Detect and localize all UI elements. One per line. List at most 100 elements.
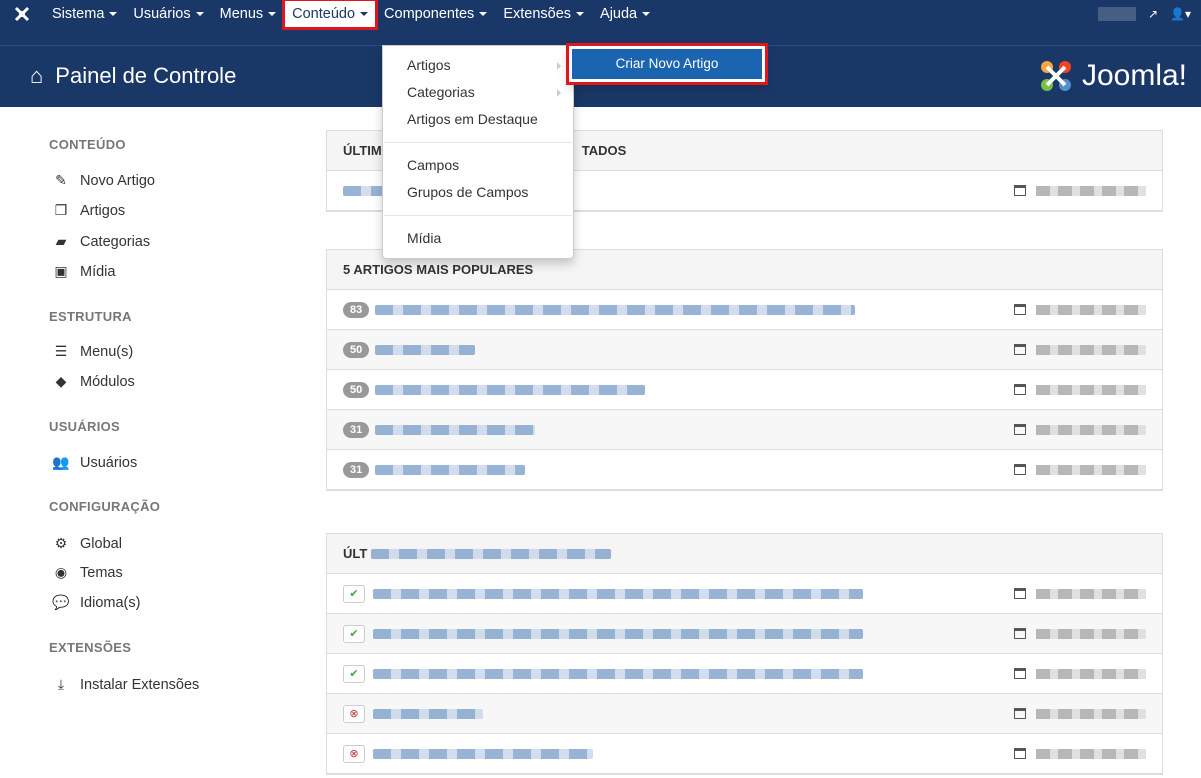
home-icon: ⌂ [30,63,44,88]
unpublished-icon[interactable]: ⊗ [343,744,365,763]
calendar-icon [1014,748,1026,759]
cube-icon: ◆ [55,373,67,389]
check-icon[interactable]: ✔ [343,584,365,603]
calendar-icon [1014,464,1026,475]
sidebar-item-categorias[interactable]: ▰ Categorias [50,233,151,250]
row-date [1014,185,1146,196]
copy-icon: ❐ [54,202,68,218]
section-conteudo: CONTEÚDO [49,137,126,152]
table-row[interactable]: 50 [327,330,1162,370]
users-icon: 👥 [52,454,70,470]
joomla-icon[interactable] [0,0,44,28]
hits-badge: 50 [343,341,370,358]
joomla-logo: Joomla! [1038,58,1187,94]
chevron-down-icon [576,12,585,17]
chevron-right-icon [557,89,561,97]
table-row[interactable]: 83 [327,290,1162,330]
menu-menus[interactable]: Menus [212,0,285,28]
check-icon[interactable]: ✔ [343,624,365,643]
eye-icon: ◉ [54,564,68,580]
calendar-icon [1014,424,1026,435]
sidebar: CONTEÚDO ✎ Novo Artigo ❐ Artigos ▰ Categori… [0,107,312,778]
menu-componentes[interactable]: Componentes [376,0,495,28]
hits-badge: 31 [343,421,370,438]
sidebar-item-novo-artigo[interactable]: ✎ Novo Artigo [50,172,155,189]
chevron-down-icon [109,12,118,17]
sidebar-item-temas[interactable]: ◉ Temas [50,564,123,581]
panel-title: ÚLT [327,534,1162,574]
table-row[interactable]: 31 [327,450,1162,490]
sidebar-item-global[interactable]: ⚙ Global [50,535,122,552]
dropdown-item-midia[interactable]: Mídia [383,225,573,252]
table-row[interactable]: ✔ [327,574,1162,614]
external-link-icon[interactable]: ↗ [1148,7,1158,21]
calendar-icon [1014,628,1026,639]
panel-ultimos-artigos: ÚLT ✔ ✔ ✔ ⊗ ⊗ [326,533,1163,775]
page-title: ⌂ Painel de Controle [30,63,237,88]
menu-ajuda[interactable]: Ajuda [592,0,658,28]
panel-artigos-populares: 5 ARTIGOS MAIS POPULARES 83 50 50 31 31 [326,249,1163,491]
calendar-icon [1014,185,1026,196]
joomla-logo-icon [1040,61,1071,91]
gear-icon: ⚙ [54,535,68,551]
list-icon: ☰ [54,343,68,359]
dropdown-item-artigos[interactable]: Artigos [383,52,573,79]
section-extensoes: EXTENSÕES [49,640,132,655]
site-name-redacted [1097,7,1136,21]
topbar-right: ↗ 👤▾ [1097,0,1201,28]
check-icon[interactable]: ✔ [343,664,365,683]
calendar-icon [1014,384,1026,395]
menu-usuarios[interactable]: Usuários [125,0,211,28]
calendar-icon [1014,344,1026,355]
chevron-down-icon [479,12,488,17]
table-row[interactable]: ✔ [327,614,1162,654]
main-menu: Sistema Usuários Menus Conteúdo Componen… [0,0,658,45]
sidebar-item-usuarios[interactable]: 👥 Usuários [50,454,137,471]
sidebar-item-instalar-extensoes[interactable]: ⤓ Instalar Extensões [50,676,199,693]
table-row[interactable]: ✔ [327,654,1162,694]
dropdown-item-campos[interactable]: Campos [383,152,573,179]
table-row[interactable]: 50 [327,370,1162,410]
menu-extensoes[interactable]: Extensões [495,0,592,28]
hits-badge: 50 [343,381,370,398]
hits-badge: 83 [343,301,370,318]
calendar-icon [1014,668,1026,679]
image-icon: ▣ [54,263,68,279]
dropdown-item-categorias[interactable]: Categorias [383,79,573,106]
user-icon[interactable]: 👤▾ [1170,7,1191,21]
sidebar-item-midia[interactable]: ▣ Mídia [50,263,115,280]
section-configuracao: CONFIGURAÇÃO [49,499,161,514]
divider [384,215,572,216]
menu-conteudo[interactable]: Conteúdo [282,0,379,30]
artigos-submenu: Criar Novo Artigo [566,43,768,85]
unpublished-icon[interactable]: ⊗ [343,704,365,723]
comments-icon: 💬 [52,594,70,610]
sidebar-item-artigos[interactable]: ❐ Artigos [50,202,125,219]
section-usuarios: USUÁRIOS [49,419,121,434]
calendar-icon [1014,304,1026,315]
calendar-icon [1014,708,1026,719]
section-estrutura: ESTRUTURA [49,309,132,324]
chevron-down-icon [642,12,651,17]
sidebar-item-idiomas[interactable]: 💬 Idioma(s) [50,594,140,611]
pencil-icon: ✎ [55,172,67,188]
folder-icon: ▰ [55,233,67,249]
dropdown-item-artigos-em-destaque[interactable]: Artigos em Destaque [383,106,573,133]
chevron-right-icon [557,62,561,70]
submenu-item-criar-novo-artigo[interactable]: Criar Novo Artigo [572,49,762,79]
dropdown-item-grupos-de-campos[interactable]: Grupos de Campos [383,179,573,206]
download-icon: ⤓ [57,676,65,692]
chevron-down-icon [268,12,277,17]
hits-badge: 31 [343,461,370,478]
conteudo-dropdown: Artigos Categorias Artigos em Destaque C… [382,45,574,259]
table-row[interactable]: ⊗ [327,694,1162,734]
sidebar-item-menus[interactable]: ☰ Menu(s) [50,343,133,360]
table-row[interactable]: 31 [327,410,1162,450]
menu-sistema[interactable]: Sistema [44,0,125,28]
table-row[interactable]: ⊗ [327,734,1162,774]
sidebar-item-modulos[interactable]: ◆ Módulos [50,373,135,390]
calendar-icon [1014,588,1026,599]
top-navbar: Sistema Usuários Menus Conteúdo Componen… [0,0,1201,45]
chevron-down-icon [360,12,369,17]
chevron-down-icon [195,12,204,17]
